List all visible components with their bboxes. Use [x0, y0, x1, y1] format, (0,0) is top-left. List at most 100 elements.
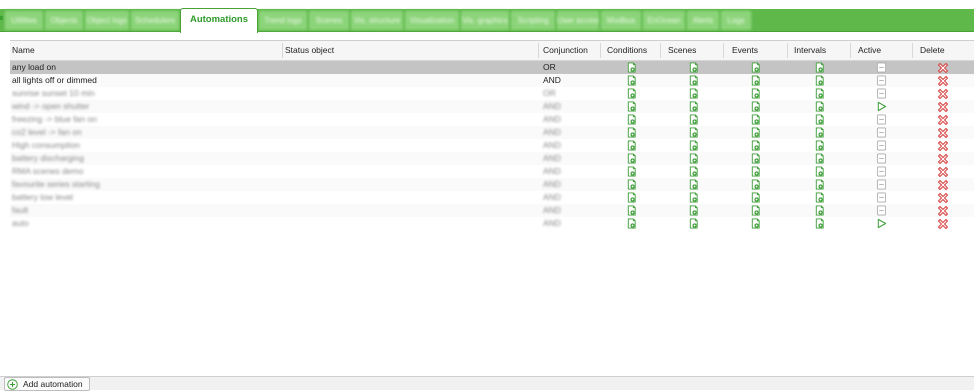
conditions-button[interactable] — [626, 140, 637, 151]
events-button[interactable] — [750, 75, 761, 86]
conditions-button[interactable] — [626, 205, 637, 216]
table-row[interactable]: battery low level AND — [10, 191, 974, 204]
conditions-button[interactable] — [626, 179, 637, 190]
conditions-button[interactable] — [626, 114, 637, 125]
table-row[interactable]: any load on OR — [10, 61, 974, 74]
delete-button[interactable] — [937, 75, 949, 87]
active-toggle[interactable] — [876, 114, 887, 125]
scenes-button[interactable] — [688, 192, 699, 203]
column-header-status-object[interactable]: Status object — [285, 41, 334, 60]
active-toggle[interactable] — [876, 179, 887, 190]
delete-button[interactable] — [937, 101, 949, 113]
active-toggle[interactable] — [876, 140, 887, 151]
conditions-button[interactable] — [626, 101, 637, 112]
table-row[interactable]: auto AND — [10, 217, 974, 230]
column-header-conditions[interactable]: Conditions — [607, 41, 647, 60]
tab-vis-graphics[interactable]: Vis. graphics — [460, 10, 510, 30]
delete-button[interactable] — [937, 88, 949, 100]
tab-objects[interactable]: Objects — [44, 10, 84, 30]
active-toggle[interactable] — [876, 127, 887, 138]
delete-button[interactable] — [937, 192, 949, 204]
tab-modbus[interactable]: Modbus — [600, 10, 642, 30]
conditions-button[interactable] — [626, 153, 637, 164]
delete-button[interactable] — [937, 114, 949, 126]
intervals-button[interactable] — [814, 114, 825, 125]
conditions-button[interactable] — [626, 88, 637, 99]
delete-button[interactable] — [937, 205, 949, 217]
table-row[interactable]: High consumption AND — [10, 139, 974, 152]
events-button[interactable] — [750, 192, 761, 203]
tab-object-logs[interactable]: Object logs — [84, 10, 130, 30]
conditions-button[interactable] — [626, 127, 637, 138]
table-row[interactable]: sunrise sunset 10 min OR — [10, 87, 974, 100]
column-header-events[interactable]: Events — [732, 41, 758, 60]
conditions-button[interactable] — [626, 75, 637, 86]
intervals-button[interactable] — [814, 205, 825, 216]
intervals-button[interactable] — [814, 127, 825, 138]
events-button[interactable] — [750, 179, 761, 190]
intervals-button[interactable] — [814, 179, 825, 190]
tab-schedulers[interactable]: Schedulers — [130, 10, 180, 30]
scenes-button[interactable] — [688, 166, 699, 177]
events-button[interactable] — [750, 114, 761, 125]
conditions-button[interactable] — [626, 192, 637, 203]
scenes-button[interactable] — [688, 75, 699, 86]
tab-vis-structure[interactable]: Vis. structure — [350, 10, 404, 30]
intervals-button[interactable] — [814, 166, 825, 177]
delete-button[interactable] — [937, 140, 949, 152]
column-header-conjunction[interactable]: Conjunction — [543, 41, 588, 60]
intervals-button[interactable] — [814, 62, 825, 73]
delete-button[interactable] — [937, 62, 949, 74]
table-row[interactable]: fault AND — [10, 204, 974, 217]
scenes-button[interactable] — [688, 140, 699, 151]
tab-trend-logs[interactable]: Trend logs — [258, 10, 308, 30]
active-toggle[interactable] — [876, 62, 887, 73]
intervals-button[interactable] — [814, 153, 825, 164]
conditions-button[interactable] — [626, 218, 637, 229]
scenes-button[interactable] — [688, 114, 699, 125]
events-button[interactable] — [750, 153, 761, 164]
table-row[interactable]: freezing -> blue fan on AND — [10, 113, 974, 126]
delete-button[interactable] — [937, 166, 949, 178]
tab-automations[interactable]: Automations — [180, 8, 258, 33]
conditions-button[interactable] — [626, 166, 637, 177]
tab-logs[interactable]: Logs — [720, 10, 752, 30]
tab-scripting[interactable]: Scripting — [510, 10, 556, 30]
delete-button[interactable] — [937, 127, 949, 139]
active-toggle[interactable] — [876, 192, 887, 203]
intervals-button[interactable] — [814, 140, 825, 151]
tab-utilities[interactable]: Utilities — [4, 10, 44, 30]
table-row[interactable]: co2 level -> fan on AND — [10, 126, 974, 139]
active-toggle[interactable] — [876, 153, 887, 164]
column-header-scenes[interactable]: Scenes — [668, 41, 696, 60]
table-row[interactable]: all lights off or dimmed AND — [10, 74, 974, 87]
events-button[interactable] — [750, 166, 761, 177]
delete-button[interactable] — [937, 218, 949, 230]
intervals-button[interactable] — [814, 75, 825, 86]
tab-enocean[interactable]: EnOcean — [642, 10, 686, 30]
events-button[interactable] — [750, 127, 761, 138]
scenes-button[interactable] — [688, 101, 699, 112]
scenes-button[interactable] — [688, 127, 699, 138]
active-toggle[interactable] — [876, 101, 887, 112]
tab-alerts[interactable]: Alerts — [686, 10, 720, 30]
table-row[interactable]: wind -> open shutter AND — [10, 100, 974, 113]
events-button[interactable] — [750, 218, 761, 229]
delete-button[interactable] — [937, 179, 949, 191]
column-header-delete[interactable]: Delete — [920, 41, 945, 60]
intervals-button[interactable] — [814, 192, 825, 203]
column-header-name[interactable]: Name — [12, 41, 35, 60]
active-toggle[interactable] — [876, 75, 887, 86]
events-button[interactable] — [750, 62, 761, 73]
active-toggle[interactable] — [876, 218, 887, 229]
active-toggle[interactable] — [876, 166, 887, 177]
scenes-button[interactable] — [688, 205, 699, 216]
events-button[interactable] — [750, 88, 761, 99]
scenes-button[interactable] — [688, 62, 699, 73]
active-toggle[interactable] — [876, 205, 887, 216]
table-row[interactable]: RMA scenes demo AND — [10, 165, 974, 178]
intervals-button[interactable] — [814, 88, 825, 99]
tab-visualization[interactable]: Visualization — [404, 10, 460, 30]
events-button[interactable] — [750, 140, 761, 151]
scenes-button[interactable] — [688, 218, 699, 229]
